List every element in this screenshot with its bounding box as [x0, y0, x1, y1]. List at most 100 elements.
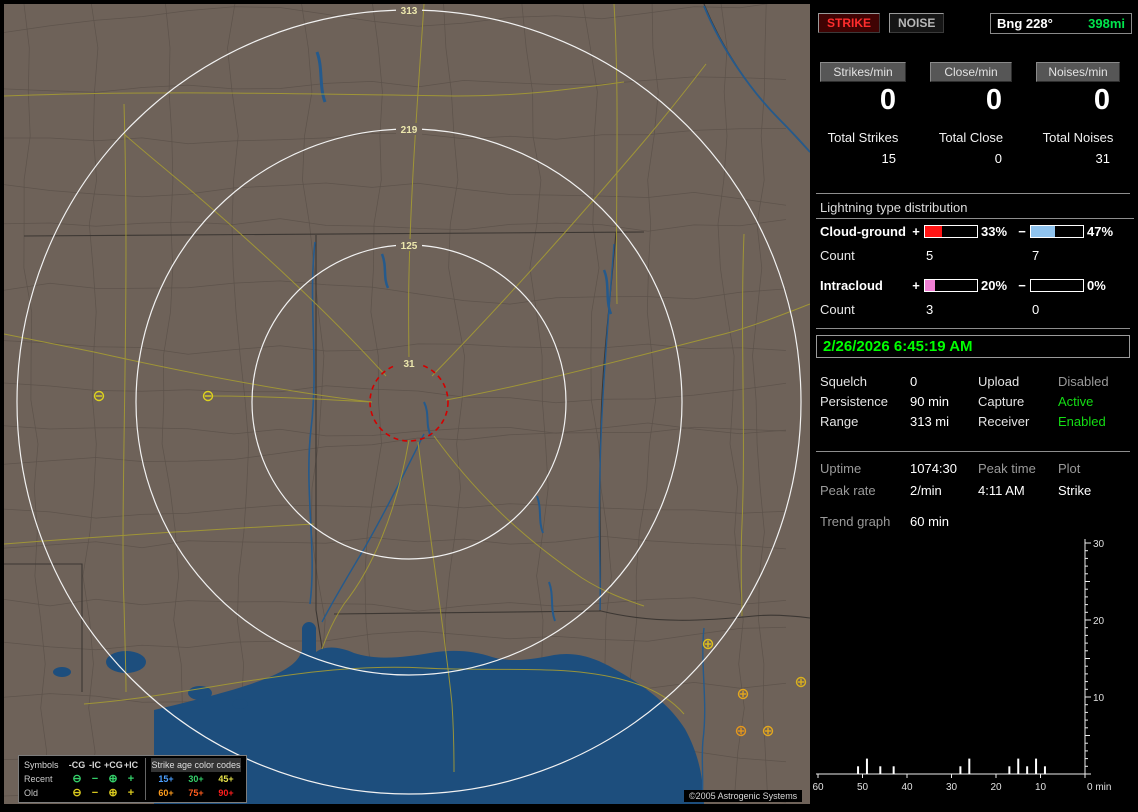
persistence-value: 90 min [910, 394, 950, 409]
legend-age-section: Strike age color codes 15+ 30+ 45+ 60+ 7… [145, 758, 241, 800]
intracloud-count-row: Count 3 0 [820, 301, 1130, 317]
legend-old-label: Old [24, 788, 39, 798]
plus-sign: + [912, 277, 920, 293]
upload-status: Disabled [1058, 374, 1109, 389]
rate-counters: Strikes/min 0 Close/min 0 Noises/min 0 [812, 62, 1138, 117]
cg-positive-bar [924, 224, 978, 238]
legend-col-neg-cg: -CG [68, 760, 86, 770]
strike-symbol-cg-pos [735, 725, 747, 737]
svg-text:31: 31 [403, 359, 415, 370]
upload-label: Upload [978, 374, 1020, 389]
legend-col-pos-ic: +IC [123, 760, 139, 770]
intracloud-label: Intracloud [820, 277, 883, 293]
ic-positive-count: 3 [926, 301, 934, 317]
close-per-min-value: 0 [985, 84, 1002, 116]
svg-text:219: 219 [401, 125, 418, 136]
cloud-ground-count-row: Count 5 7 [820, 247, 1130, 263]
receiver-label: Receiver [978, 414, 1030, 429]
strike-symbol-cg-pos [762, 725, 774, 737]
svg-text:0 min: 0 min [1087, 782, 1111, 793]
cg-negative-count: 7 [1032, 247, 1040, 263]
age-30-label: 30+ [188, 774, 204, 784]
copyright-label: ©2005 Astrogenic Systems [684, 790, 803, 802]
legend-recent-label: Recent [24, 774, 53, 784]
total-noises-value: 31 [1095, 151, 1110, 166]
legend-symbols-section: Symbols -CG -IC +CG +IC Recent ⊖ − ⊕ + O… [24, 758, 140, 800]
old-neg-cg-icon: ⊖ [72, 787, 82, 799]
trend-graph-value: 60 min [910, 514, 950, 529]
recent-neg-ic-icon: − [91, 773, 99, 785]
noises-per-min-label: Noises/min [1036, 62, 1120, 82]
svg-text:10: 10 [1093, 693, 1105, 704]
total-close-value: 0 [994, 151, 1002, 166]
peak-rate-label: Peak rate [820, 483, 876, 498]
cloud-ground-label: Cloud-ground [820, 223, 906, 239]
receiver-status: Enabled [1058, 414, 1106, 429]
persistence-label: Persistence [820, 394, 888, 409]
svg-text:50: 50 [857, 782, 869, 793]
divider [816, 328, 1130, 329]
squelch-value: 0 [910, 374, 918, 389]
capture-status: Active [1058, 394, 1094, 409]
noise-toggle-button[interactable]: NOISE [889, 13, 945, 33]
map-canvas: 313 219 125 31 [4, 4, 810, 804]
uptime-value: 1074:30 [910, 461, 957, 476]
age-45-label: 45+ [218, 774, 234, 784]
svg-text:60: 60 [812, 782, 824, 793]
svg-text:30: 30 [946, 782, 958, 793]
distribution-title: Lightning type distribution [816, 200, 1134, 219]
legend-col-neg-ic: -IC [89, 760, 101, 770]
recent-neg-cg-icon: ⊖ [72, 773, 82, 785]
legend-age-header: Strike age color codes [151, 758, 241, 772]
svg-text:125: 125 [401, 241, 418, 252]
cg-negative-bar [1030, 224, 1084, 238]
strike-toggle-button[interactable]: STRIKE [818, 13, 881, 33]
status-panel: STRIKE NOISE Bng 228° 398mi Strikes/min … [812, 0, 1138, 812]
total-close-label: Total Close [938, 130, 1004, 145]
peak-time-value: 4:11 AM [978, 483, 1025, 498]
total-noises-label: Total Noises [1042, 130, 1114, 145]
ic-negative-pct: 0% [1087, 277, 1106, 293]
svg-text:10: 10 [1035, 782, 1047, 793]
map-legend: Symbols -CG -IC +CG +IC Recent ⊖ − ⊕ + O… [18, 755, 247, 803]
datetime-display: 2/26/2026 6:45:19 AM [816, 335, 1130, 358]
old-pos-ic-icon: + [127, 787, 135, 799]
recent-pos-ic-icon: + [127, 773, 135, 785]
plus-sign: + [912, 223, 920, 239]
plot-value: Strike [1058, 483, 1092, 498]
bearing-range: 398mi [1088, 16, 1125, 31]
ic-positive-bar [924, 278, 978, 292]
age-60-label: 60+ [158, 788, 174, 798]
ic-negative-bar [1030, 278, 1084, 292]
strike-symbol-cg-pos [702, 638, 714, 650]
peak-time-label: Peak time [978, 461, 1036, 476]
divider [816, 193, 1130, 194]
svg-text:30: 30 [1093, 539, 1105, 550]
strikes-per-min-label: Strikes/min [820, 62, 906, 82]
minus-sign: − [1018, 277, 1026, 293]
svg-text:40: 40 [901, 782, 913, 793]
cg-positive-count: 5 [926, 247, 934, 263]
lightning-detector-app: 313 219 125 31 Symbols -CG -IC +CG +IC Rece… [0, 0, 1138, 812]
cg-negative-pct: 47% [1087, 223, 1114, 239]
age-75-label: 75+ [188, 788, 204, 798]
capture-label: Capture [978, 394, 1025, 409]
count-label: Count [820, 301, 855, 317]
old-pos-cg-icon: ⊕ [108, 787, 118, 799]
ic-positive-pct: 20% [981, 277, 1008, 293]
peak-rate-value: 2/min [910, 483, 942, 498]
count-label: Count [820, 247, 855, 263]
session-stats-grid: Uptime 1074:30 Peak time Plot Peak rate … [820, 461, 1132, 505]
total-strikes-value: 15 [881, 151, 896, 166]
svg-text:20: 20 [990, 782, 1002, 793]
close-per-min-label: Close/min [930, 62, 1012, 82]
range-label: Range [820, 414, 859, 429]
cg-positive-pct: 33% [981, 223, 1008, 239]
recent-pos-cg-icon: ⊕ [108, 773, 118, 785]
plot-label: Plot [1058, 461, 1081, 476]
bearing-display: Bng 228° 398mi [990, 13, 1132, 34]
cloud-ground-row: Cloud-ground + 33% − 47% [820, 223, 1130, 239]
map-area: 313 219 125 31 [4, 4, 810, 804]
uptime-label: Uptime [820, 461, 862, 476]
trend-graph-label: Trend graph [820, 514, 891, 529]
